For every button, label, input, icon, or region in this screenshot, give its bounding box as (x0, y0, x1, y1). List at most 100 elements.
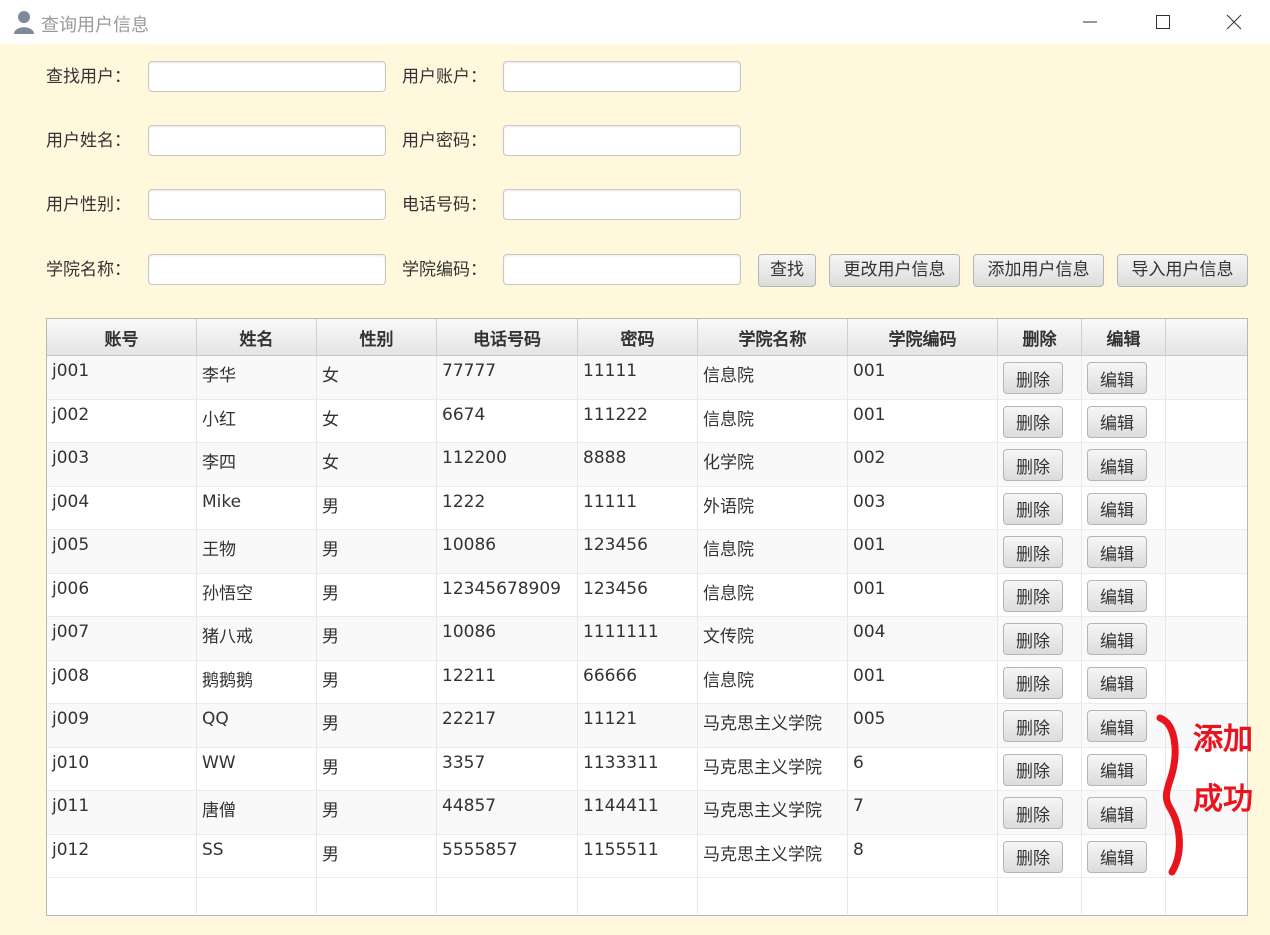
table-row[interactable]: j005 王物男 10086 123456 信息院 001 删除 编辑 (47, 530, 1247, 574)
header-college-code[interactable]: 学院编码 (848, 319, 998, 355)
table-row[interactable]: j010 WW 男 3357 1133311 马克思主义学院 6 删除 编辑 (47, 747, 1247, 791)
cell-phone: 12345678909 (437, 573, 578, 616)
cell-phone: 44857 (437, 791, 578, 834)
delete-cell: 删除 (998, 660, 1082, 703)
table-row[interactable]: j002 小红女 6674 111222 信息院 001 删除 编辑 (47, 399, 1247, 443)
cell-password: 1144411 (578, 791, 698, 834)
annotation-success: 成功 (1193, 782, 1253, 817)
cell-gender: 男 (317, 617, 437, 660)
cell-account: j001 (47, 356, 197, 399)
table-row[interactable]: j007 猪八戒男 10086 1111111 文传院 004 删除 编辑 (47, 617, 1247, 661)
edit-button[interactable]: 编辑 (1087, 840, 1147, 873)
cell-name: 李华 (197, 356, 317, 399)
search-button[interactable]: 查找 (758, 254, 816, 287)
cell-gender: 男 (317, 747, 437, 790)
header-phone[interactable]: 电话号码 (437, 319, 578, 355)
user-icon (14, 11, 34, 34)
delete-cell: 删除 (998, 399, 1082, 442)
edit-button[interactable]: 编辑 (1087, 797, 1147, 829)
delete-button[interactable]: 删除 (1003, 623, 1063, 655)
cell-college-code: 004 (848, 617, 998, 660)
delete-button[interactable]: 删除 (1003, 492, 1063, 525)
cell-account: j003 (47, 443, 197, 486)
edit-button[interactable]: 编辑 (1087, 666, 1147, 699)
password-input[interactable] (503, 125, 741, 156)
update-user-button[interactable]: 更改用户信息 (829, 254, 960, 287)
edit-button[interactable]: 编辑 (1087, 710, 1147, 742)
edit-button[interactable]: 编辑 (1087, 623, 1147, 655)
header-edit[interactable]: 编辑 (1082, 319, 1166, 355)
delete-button[interactable]: 删除 (1003, 840, 1063, 873)
table-row[interactable]: j008 鹅鹅鹅男 12211 66666 信息院 001 删除 编辑 (47, 660, 1247, 704)
phone-label: 电话号码： (402, 195, 487, 215)
edit-button[interactable]: 编辑 (1087, 362, 1147, 394)
edit-cell: 编辑 (1082, 660, 1166, 703)
edit-button[interactable]: 编辑 (1087, 536, 1147, 568)
delete-button[interactable]: 删除 (1003, 405, 1063, 438)
cell-college-code: 001 (848, 660, 998, 703)
cell-password: 1111111 (578, 617, 698, 660)
header-name[interactable]: 姓名 (197, 319, 317, 355)
delete-button[interactable]: 删除 (1003, 449, 1063, 481)
header-gender[interactable]: 性别 (317, 319, 437, 355)
maximize-button[interactable] (1127, 0, 1199, 44)
college-name-input[interactable] (148, 254, 386, 285)
table-row[interactable]: j009 QQ 男 22217 11121 马克思主义学院 005 删除 编辑 (47, 704, 1247, 748)
gender-input[interactable] (148, 189, 386, 220)
minimize-icon (1083, 21, 1097, 23)
edit-button[interactable]: 编辑 (1087, 405, 1147, 438)
cell-college-name: 文传院 (698, 617, 848, 660)
delete-button[interactable]: 删除 (1003, 797, 1063, 829)
cell-college-code: 7 (848, 791, 998, 834)
cell-name: WW (197, 747, 317, 790)
edit-button[interactable]: 编辑 (1087, 449, 1147, 481)
table-row[interactable]: j012 SS 男 5555857 1155511 马克思主义学院 8 删除 编辑 (47, 834, 1247, 878)
edit-cell: 编辑 (1082, 443, 1166, 486)
table-row[interactable]: j011 唐僧男 44857 1144411 马克思主义学院 7 删除 编辑 (47, 791, 1247, 835)
edit-button[interactable]: 编辑 (1087, 492, 1147, 525)
table-row[interactable]: j006 孙悟空男 12345678909 123456 信息院 001 删除 编辑 (47, 573, 1247, 617)
find-user-input[interactable] (148, 61, 386, 92)
cell-college-name: 马克思主义学院 (698, 747, 848, 790)
header-password[interactable]: 密码 (578, 319, 698, 355)
table-row[interactable]: j001 李华女 77777 11111 信息院 001 删除 编辑 (47, 356, 1247, 400)
cell-gender: 女 (317, 356, 437, 399)
cell-phone: 77777 (437, 356, 578, 399)
cell-college-name: 信息院 (698, 660, 848, 703)
header-delete[interactable]: 删除 (998, 319, 1082, 355)
delete-button[interactable]: 删除 (1003, 753, 1063, 786)
cell-account: j002 (47, 399, 197, 442)
cell-password: 123456 (578, 573, 698, 616)
add-user-button[interactable]: 添加用户信息 (973, 254, 1104, 287)
cell-account: j005 (47, 530, 197, 573)
delete-button[interactable]: 删除 (1003, 579, 1063, 612)
close-button[interactable] (1198, 0, 1270, 44)
account-input[interactable] (503, 61, 741, 92)
delete-button[interactable]: 删除 (1003, 362, 1063, 394)
phone-input[interactable] (503, 189, 741, 220)
cell-phone: 112200 (437, 443, 578, 486)
minimize-button[interactable] (1054, 0, 1126, 44)
import-user-button[interactable]: 导入用户信息 (1117, 254, 1248, 287)
edit-button[interactable]: 编辑 (1087, 579, 1147, 612)
user-table: 账号 姓名 性别 电话号码 密码 学院名称 学院编码 删除 编辑 j001 李华女… (46, 318, 1248, 916)
delete-button[interactable]: 删除 (1003, 536, 1063, 568)
table-row[interactable]: j004 Mike 男 1222 11111 外语院 003 删除 编辑 (47, 486, 1247, 530)
delete-button[interactable]: 删除 (1003, 666, 1063, 699)
cell-college-name: 信息院 (698, 573, 848, 616)
edit-cell: 编辑 (1082, 573, 1166, 616)
cell-gender: 男 (317, 486, 437, 529)
table-row[interactable]: j003 李四女 112200 8888 化学院 002 删除 编辑 (47, 443, 1247, 487)
delete-button[interactable]: 删除 (1003, 710, 1063, 742)
header-account[interactable]: 账号 (47, 319, 197, 355)
college-code-input[interactable] (503, 254, 741, 285)
college-code-label: 学院编码： (402, 260, 487, 280)
delete-cell: 删除 (998, 443, 1082, 486)
gender-label: 用户性别： (46, 195, 131, 215)
header-college-name[interactable]: 学院名称 (698, 319, 848, 355)
cell-password: 11121 (578, 704, 698, 747)
cell-college-name: 信息院 (698, 356, 848, 399)
name-input[interactable] (148, 125, 386, 156)
edit-button[interactable]: 编辑 (1087, 753, 1147, 786)
cell-phone: 1222 (437, 486, 578, 529)
